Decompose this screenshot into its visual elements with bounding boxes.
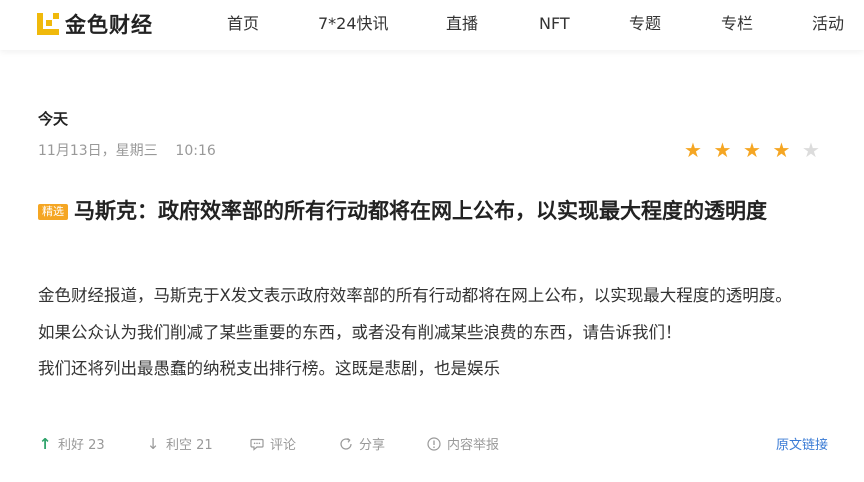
nav-item-events[interactable]: 活动: [812, 13, 844, 35]
top-navigation-bar: 金色财经 首页 7*24快讯 直播 NFT 专题 专栏 活动: [0, 0, 864, 50]
arrow-down-icon: ↓: [146, 434, 160, 453]
nav-item-home[interactable]: 首页: [227, 13, 259, 35]
report-label: 内容举报: [447, 438, 500, 453]
arrow-up-icon: ↑: [38, 434, 52, 453]
share-icon: [340, 437, 352, 450]
importance-rating: ★ ★ ★ ★ ★: [683, 140, 831, 160]
source-link[interactable]: 原文链接: [776, 434, 828, 453]
report-icon: [427, 436, 441, 451]
news-actions: ↑ 利好 23 ↓ 利空 21 评论 分享 内容举报 原文链接: [38, 434, 828, 454]
bullish-button[interactable]: ↑ 利好 23: [38, 434, 105, 453]
news-datetime: 11月13日，星期三 10:16: [38, 143, 216, 159]
star-icon-filled: ★: [713, 138, 732, 162]
star-icon-filled: ★: [772, 138, 791, 162]
news-paragraph: 我们还将列出最愚蠢的纳税支出排行榜。这既是悲剧，也是娱乐: [38, 359, 500, 378]
nav-item-topics[interactable]: 专题: [629, 13, 661, 35]
news-paragraph: 如果公众认为我们削减了某些重要的东西，或者没有削减某些浪费的东西，请告诉我们！: [38, 322, 682, 342]
share-button[interactable]: 分享: [339, 434, 385, 453]
day-label: 今天: [38, 110, 69, 128]
bearish-button[interactable]: ↓ 利空 21: [146, 434, 213, 453]
nav-item-flash-news[interactable]: 7*24快讯: [318, 13, 389, 35]
bearish-count: 利空 21: [166, 438, 213, 453]
star-icon-filled: ★: [684, 138, 702, 162]
bullish-count: 利好 23: [58, 438, 105, 453]
featured-badge: 精选: [38, 204, 68, 220]
share-label: 分享: [359, 438, 386, 453]
comment-icon: [250, 438, 264, 451]
comment-label: 评论: [270, 438, 297, 453]
comment-button[interactable]: 评论: [250, 434, 296, 453]
nav-item-live[interactable]: 直播: [446, 13, 478, 35]
nav-item-nft[interactable]: NFT: [539, 13, 570, 35]
main-nav: 首页 7*24快讯 直播 NFT 专题 专栏 活动: [0, 13, 864, 37]
news-paragraph: 金色财经报道，马斯克于X发文表示政府效率部的所有行动都将在网上公布，以实现最大程…: [38, 286, 792, 305]
report-button[interactable]: 内容举报: [427, 434, 499, 453]
star-icon-empty: ★: [802, 138, 820, 162]
news-title-text[interactable]: 马斯克：政府效率部的所有行动都将在网上公布，以实现最大程度的透明度: [74, 199, 767, 223]
nav-item-columns[interactable]: 专栏: [721, 13, 753, 35]
star-icon-filled: ★: [743, 138, 761, 162]
news-title[interactable]: 精选 马斯克：政府效率部的所有行动都将在网上公布，以实现最大程度的透明度: [38, 193, 828, 230]
news-body: 金色财经报道，马斯克于X发文表示政府效率部的所有行动都将在网上公布，以实现最大程…: [38, 278, 828, 388]
